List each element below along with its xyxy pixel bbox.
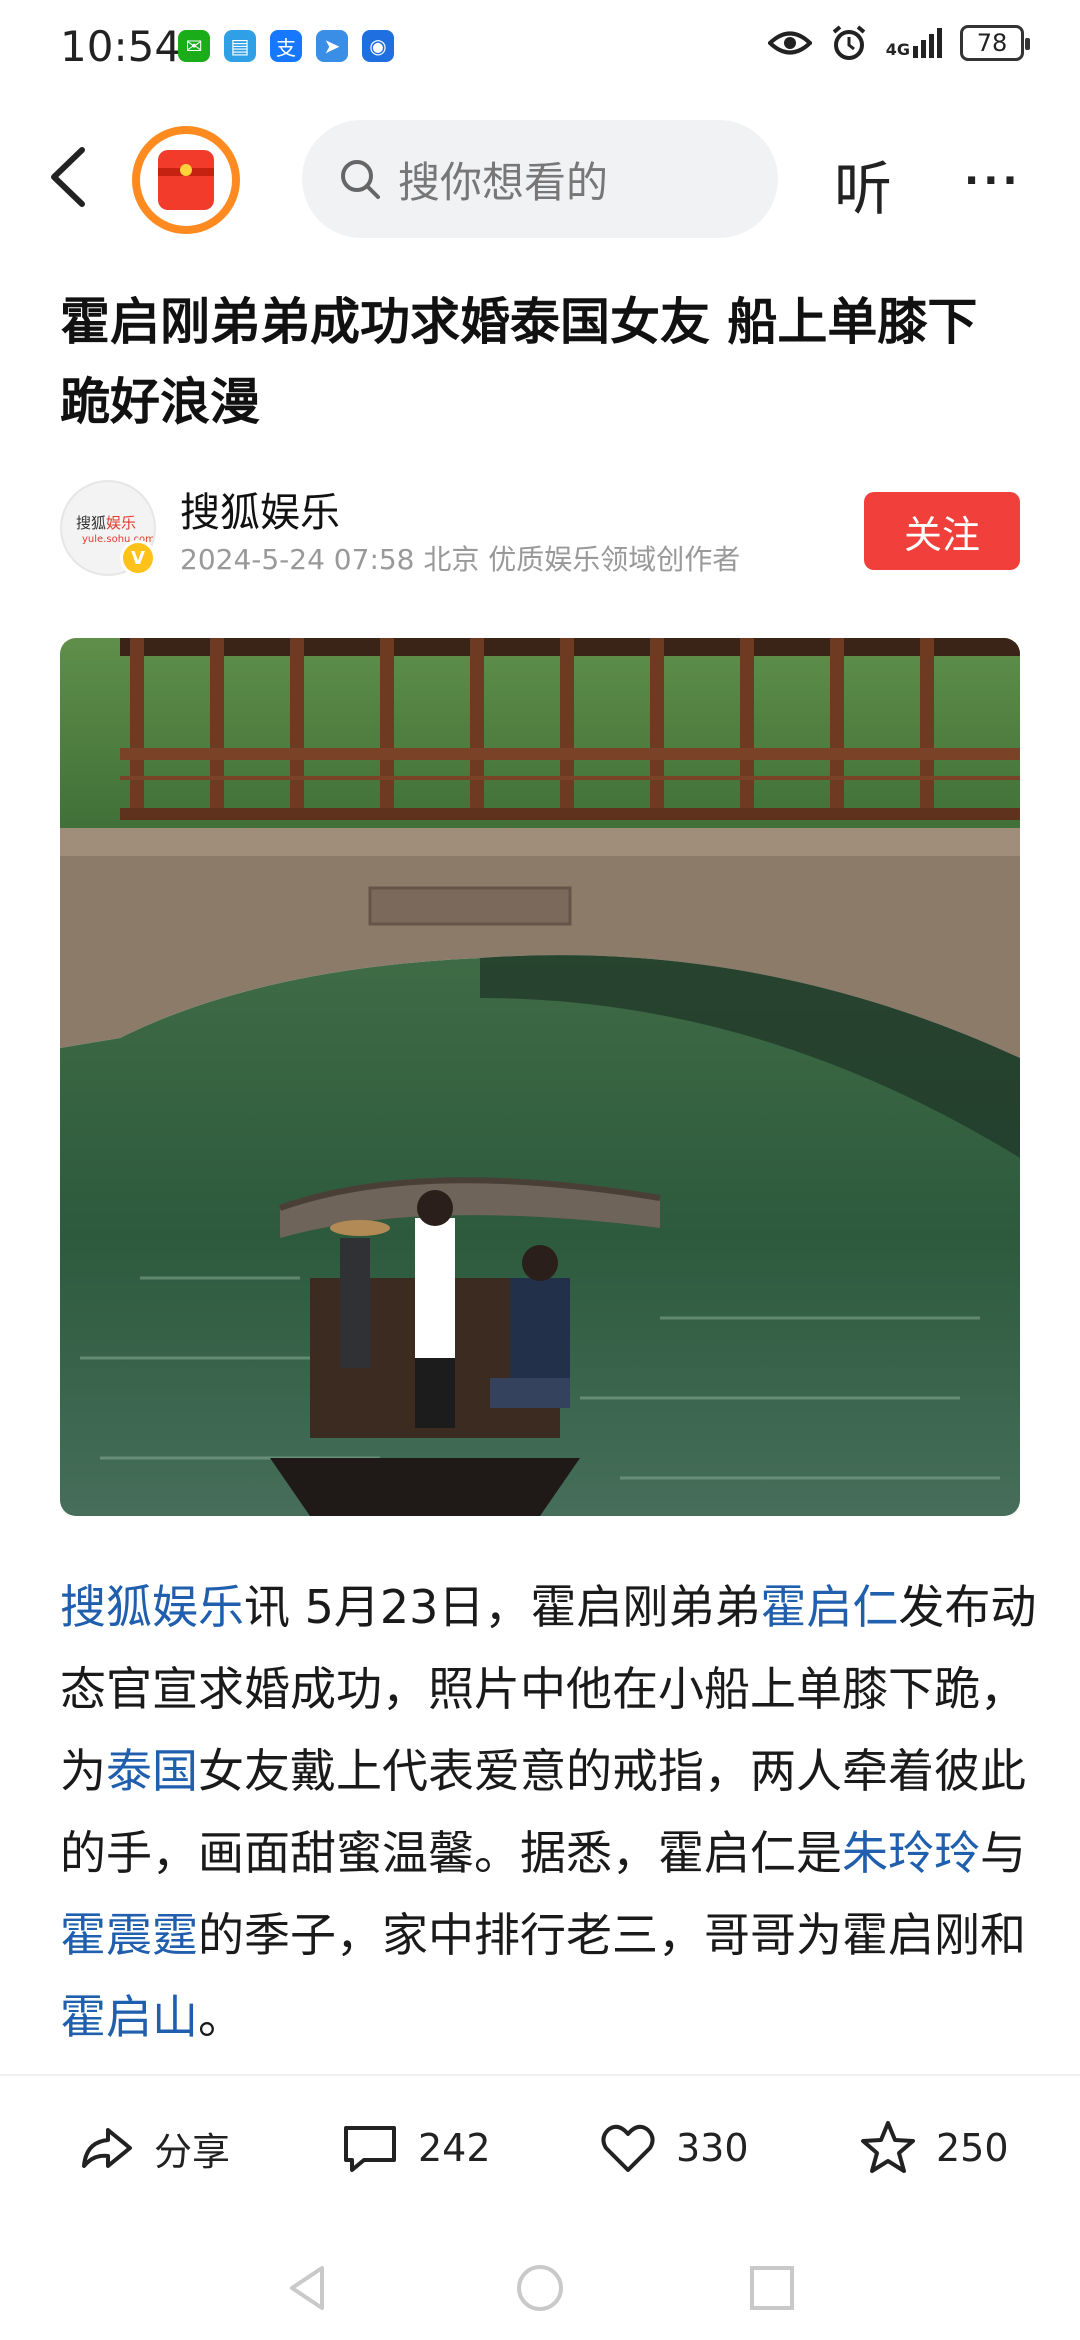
person-link-3[interactable]: 霍震霆 [60, 1908, 198, 1962]
listen-button[interactable]: 听 [834, 142, 892, 226]
person-link-1[interactable]: 霍启仁 [760, 1580, 898, 1634]
divider [0, 2074, 1080, 2076]
body-text-6: 。 [198, 1990, 244, 2044]
eye-icon [767, 31, 812, 55]
battery-icon: 78 [960, 25, 1030, 61]
status-time: 10:54 [60, 22, 182, 71]
favorite-button[interactable]: 250 [858, 2110, 1009, 2186]
body-text-1: 讯 5月23日，霍启刚弟弟 [244, 1580, 761, 1634]
store-icon: ▤ [224, 30, 256, 62]
avatar-text-1: 搜狐 [76, 514, 107, 532]
more-button[interactable]: ··· [964, 158, 1022, 204]
search-icon [341, 160, 380, 199]
share-icon [82, 2128, 132, 2168]
status-indicators: 4G 78 [767, 24, 1030, 62]
alipay-icon: 支 [270, 30, 302, 62]
search-placeholder: 搜你想看的 [398, 157, 609, 207]
author-meta: 2024-5-24 07:58 北京 优质娱乐领域创作者 [180, 543, 741, 576]
article-photo[interactable] [60, 638, 1020, 1516]
maps-icon: ➤ [316, 30, 348, 62]
comment-button[interactable]: 242 [340, 2110, 491, 2186]
wechat-icon: ✉ [178, 30, 210, 62]
article-body: 搜狐娱乐讯 5月23日，霍启刚弟弟霍启仁发布动态官宣求婚成功，照片中他在小船上单… [60, 1566, 1040, 2058]
comment-icon [344, 2126, 396, 2172]
author-name[interactable]: 搜狐娱乐 [180, 480, 340, 538]
status-app-icons: ✉ ▤ 支 ➤ ◉ [178, 30, 394, 62]
person-link-4[interactable]: 霍启山 [60, 1990, 198, 2044]
follow-button[interactable]: 关注 [864, 492, 1020, 570]
favorite-count: 250 [936, 2126, 1009, 2170]
comment-count: 242 [418, 2126, 491, 2170]
heart-icon [601, 2124, 655, 2172]
verified-badge: V [120, 540, 156, 576]
like-button[interactable]: 330 [598, 2110, 749, 2186]
body-text-4: 与 [980, 1826, 1026, 1880]
avatar-text-2: 娱乐 [106, 514, 137, 532]
nav-home-icon[interactable] [514, 2262, 566, 2314]
share-label: 分享 [154, 2129, 231, 2174]
action-bar: 分享 242 330 250 [0, 2110, 1080, 2186]
red-packet-icon[interactable] [132, 126, 240, 234]
back-button[interactable] [42, 142, 102, 212]
place-link[interactable]: 泰国 [106, 1744, 198, 1798]
top-nav: 搜你想看的 听 ··· [0, 112, 1080, 242]
alarm-icon [832, 25, 866, 60]
photo-bridge-boat-scene [60, 638, 1020, 1516]
search-bar[interactable]: 搜你想看的 [302, 120, 778, 238]
signal-icon: 4G [886, 28, 942, 58]
status-bar: 10:54 ✉ ▤ 支 ➤ ◉ 4G 78 [0, 0, 1080, 100]
nav-back-icon[interactable] [282, 2262, 334, 2314]
author-row: 搜狐娱乐 yule.sohu.com V 搜狐娱乐 2024-5-24 07:5… [60, 480, 1020, 580]
system-nav-bar [0, 2240, 1080, 2340]
source-link[interactable]: 搜狐娱乐 [60, 1580, 244, 1634]
like-count: 330 [676, 2126, 749, 2170]
nav-recents-icon[interactable] [746, 2262, 798, 2314]
person-link-2[interactable]: 朱玲玲 [842, 1826, 980, 1880]
star-icon [861, 2121, 915, 2173]
tips-icon: ◉ [362, 30, 394, 62]
body-text-5: 的季子，家中排行老三，哥哥为霍启刚和 [198, 1908, 1026, 1962]
share-button[interactable]: 分享 [76, 2110, 230, 2186]
article-title: 霍启刚弟弟成功求婚泰国女友 船上单膝下跪好浪漫 [60, 293, 978, 431]
